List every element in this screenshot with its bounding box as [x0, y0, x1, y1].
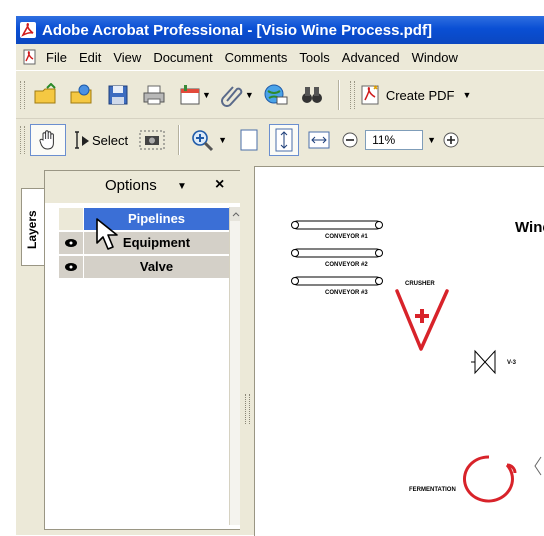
toolbar-grip[interactable]	[20, 81, 25, 109]
zoom-out-icon	[342, 132, 358, 148]
printer-icon	[143, 85, 165, 105]
menu-advanced[interactable]: Advanced	[336, 50, 406, 65]
valve-label: V-3	[507, 360, 517, 366]
close-panel-button[interactable]: ×	[215, 176, 224, 194]
document-view[interactable]: Wine CONVEYOR #1 CONVEYOR #2 CONVEYOR #3…	[254, 166, 544, 536]
snapshot-button[interactable]	[136, 124, 168, 156]
partial-valve-icon	[534, 456, 542, 476]
actual-size-button[interactable]	[233, 124, 265, 156]
zoom-in-tool-button[interactable]	[186, 124, 218, 156]
options-dropdown-icon[interactable]: ▼	[177, 181, 187, 192]
save-button[interactable]	[102, 79, 134, 111]
open-folder-icon	[34, 83, 56, 104]
crusher-icon	[395, 289, 449, 351]
layers-panel-header: Options ▼ ×	[45, 171, 241, 203]
hand-tool-button[interactable]	[30, 124, 66, 156]
toolbar-grip-2[interactable]	[349, 81, 355, 109]
menu-view[interactable]: View	[107, 50, 147, 65]
eye-icon[interactable]	[59, 231, 84, 254]
menu-tools[interactable]: Tools	[293, 50, 335, 65]
menu-file[interactable]: File	[40, 50, 73, 65]
tasks-button[interactable]	[174, 79, 206, 111]
panel-splitter[interactable]	[240, 160, 254, 535]
fermentation-label: FERMENTATION	[409, 487, 456, 493]
zoom-level-dropdown-icon[interactable]: ▼	[427, 135, 436, 145]
conveyor-1-label: CONVEYOR #1	[325, 234, 368, 240]
attach-button[interactable]	[217, 79, 249, 111]
layer-row-valve[interactable]: Valve	[59, 255, 229, 279]
menu-bar: File Edit View Document Comments Tools A…	[16, 44, 544, 70]
layers-list: Pipelines Equipment Valve	[59, 207, 229, 279]
tasks-icon	[180, 85, 200, 105]
conveyor-2-label: CONVEYOR #2	[325, 262, 368, 268]
hand-icon	[39, 130, 54, 150]
visibility-toggle-off[interactable]	[59, 207, 84, 230]
zoom-in-icon	[192, 130, 214, 152]
create-pdf-icon[interactable]	[360, 84, 382, 106]
title-bar: Adobe Acrobat Professional - [Visio Wine…	[16, 16, 544, 44]
layer-row-equipment[interactable]: Equipment	[59, 231, 229, 255]
organizer-icon	[70, 84, 92, 104]
window-title: Adobe Acrobat Professional - [Visio Wine…	[42, 21, 432, 39]
eye-icon[interactable]	[59, 255, 84, 278]
save-icon	[108, 85, 128, 105]
actual-size-icon	[240, 129, 258, 151]
file-toolbar: ▼ ▼ Create PDF ▼	[16, 70, 544, 119]
select-tool-button[interactable]: Select	[92, 133, 128, 148]
conveyor-3-label: CONVEYOR #3	[325, 290, 368, 296]
conveyor-2	[291, 248, 383, 258]
fit-page-icon	[275, 128, 293, 152]
organizer-button[interactable]	[66, 79, 98, 111]
fermentation-tank-icon	[463, 455, 517, 503]
camera-icon	[139, 130, 165, 150]
navigation-toolbar: Select ▼ 11% ▼	[16, 118, 544, 161]
create-pdf-button[interactable]: Create PDF	[386, 88, 455, 103]
toolbar-separator-2	[178, 125, 181, 155]
toolbar-grip-3[interactable]	[20, 126, 25, 154]
menu-document[interactable]: Document	[147, 50, 218, 65]
print-button[interactable]	[138, 79, 170, 111]
zoom-level-input[interactable]: 11%	[365, 130, 424, 150]
create-pdf-dropdown-icon[interactable]: ▼	[462, 90, 471, 100]
layer-row-pipelines[interactable]: Pipelines	[59, 207, 229, 231]
email-button[interactable]	[260, 79, 292, 111]
email-globe-icon	[264, 84, 288, 105]
zoom-tool-dropdown-icon[interactable]: ▼	[218, 135, 227, 145]
fit-width-button[interactable]	[303, 124, 335, 156]
menu-comments[interactable]: Comments	[219, 50, 294, 65]
conveyor-1	[291, 220, 383, 230]
document-title: Wine	[515, 219, 544, 236]
menu-window[interactable]: Window	[406, 50, 464, 65]
layer-name: Valve	[84, 255, 229, 278]
acrobat-icon	[20, 22, 36, 38]
text-select-icon	[75, 131, 89, 149]
menu-edit[interactable]: Edit	[73, 50, 107, 65]
toolbar-separator	[337, 80, 340, 110]
fit-width-icon	[308, 131, 330, 149]
paperclip-icon	[220, 86, 243, 107]
options-menu-button[interactable]: Options	[105, 177, 157, 194]
mouse-cursor-icon	[96, 218, 118, 250]
zoom-out-button[interactable]	[339, 124, 361, 156]
layers-panel: Options ▼ × Pipelines Equipment Valve	[44, 170, 242, 530]
fit-page-button[interactable]	[269, 124, 300, 156]
document-icon[interactable]	[22, 49, 38, 65]
zoom-value: 11%	[372, 133, 396, 147]
search-button[interactable]	[296, 79, 328, 111]
zoom-in-icon-2[interactable]	[442, 131, 460, 149]
layers-tab[interactable]: Layers	[21, 188, 44, 266]
layers-tab-label: Layers	[25, 210, 39, 249]
valve-icon	[471, 349, 496, 375]
binoculars-icon	[301, 87, 322, 103]
open-button[interactable]	[30, 79, 62, 111]
conveyor-3	[291, 276, 383, 286]
